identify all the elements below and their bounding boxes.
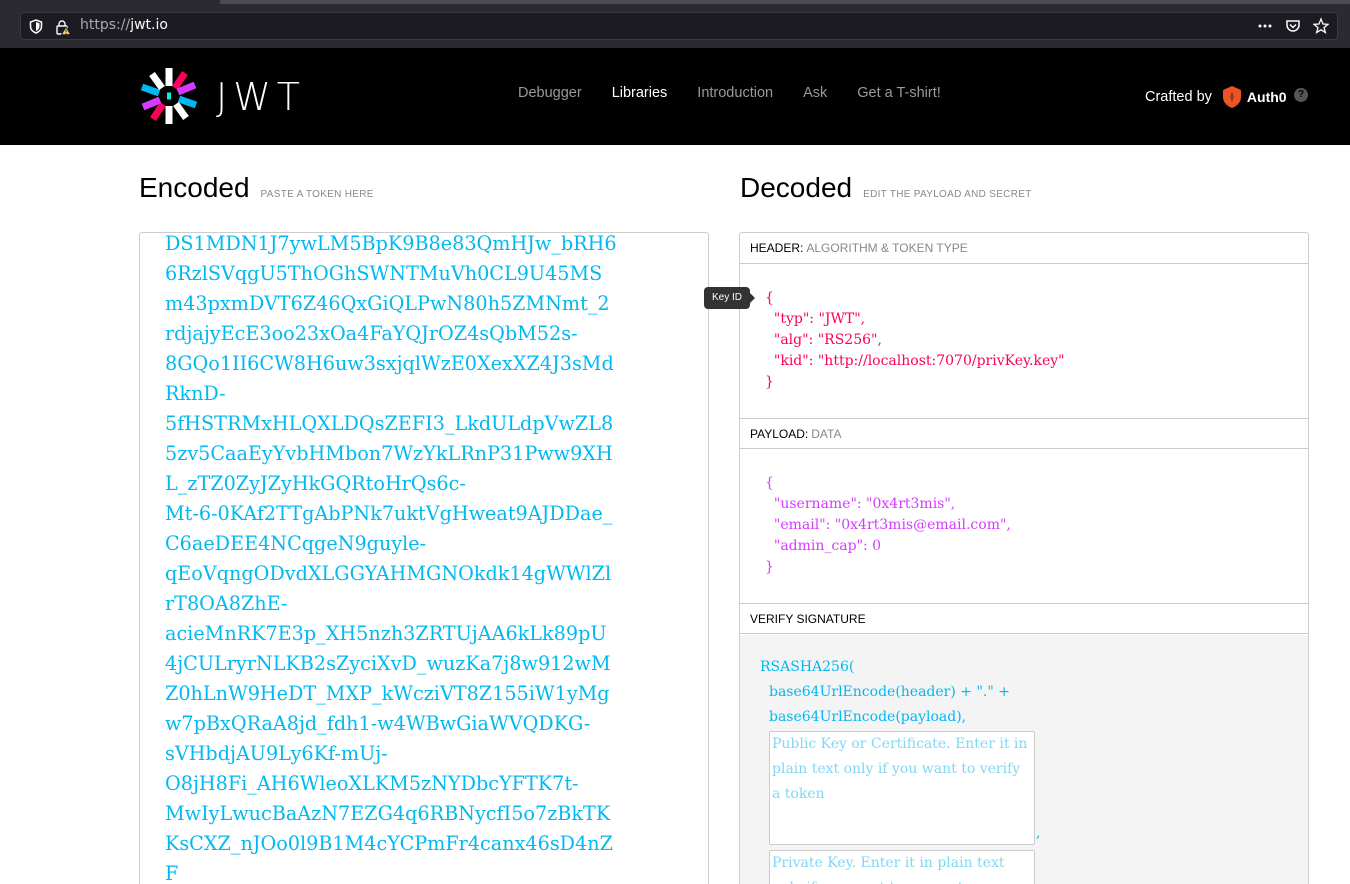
json-line: } bbox=[765, 559, 774, 575]
verify-comma: , bbox=[1036, 825, 1041, 841]
decoded-panel: HEADER: ALGORITHM & TOKEN TYPE { "typ": "… bbox=[739, 232, 1309, 884]
auth0-logo-icon bbox=[1222, 86, 1241, 108]
token-line: Mt-6-0KAf2TTgAbPNk7uktVgHweat9AJDDae_ bbox=[165, 502, 613, 525]
token-line: C6aeDEE4NCqgeN9guyle- bbox=[165, 532, 427, 555]
payload-label: PAYLOAD: bbox=[750, 427, 809, 441]
nav-introduction[interactable]: Introduction bbox=[697, 85, 773, 101]
json-line: { bbox=[765, 290, 774, 306]
url-actions bbox=[1257, 17, 1330, 35]
nav-debugger[interactable]: Debugger bbox=[518, 85, 582, 101]
site-header: JWT Debugger Libraries Introduction Ask … bbox=[0, 48, 1350, 145]
token-line: RknD- bbox=[165, 382, 226, 405]
json-line: "kid": "http://localhost:7070/privKey.ke… bbox=[765, 353, 1065, 369]
token-line: KsCXZ_nJOo0l9B1M4cYCPmFr4canx46sD4nZ bbox=[165, 832, 613, 855]
token-line: qEoVqngODvdXLGGYAHMGNOkdk14gWWlZl bbox=[165, 562, 612, 585]
nav-libraries[interactable]: Libraries bbox=[612, 85, 668, 101]
token-line: DS1MDN1J7ywLM5BpK9B8e83QmHJw_bRH6 bbox=[165, 232, 617, 255]
token-line: sVHbdjAU9Ly6Kf-mUj- bbox=[165, 742, 388, 765]
token-line: 5fHSTRMxHLQXLDQsZEFI3_LkdULdpVwZL8 bbox=[165, 412, 614, 435]
encoded-subtitle: PASTE A TOKEN HERE bbox=[260, 189, 374, 200]
token-line: O8jH8Fi_AH6WleoXLKM5zNYDbcYFTK7t- bbox=[165, 772, 579, 795]
token-line: rdjajyEcE3oo23xOa4FaYQJrOZ4sQbM52s- bbox=[165, 322, 578, 345]
more-icon[interactable] bbox=[1257, 17, 1273, 35]
nav-tshirt[interactable]: Get a T-shirt! bbox=[857, 85, 941, 101]
jwt-wordmark[interactable]: JWT bbox=[216, 78, 306, 116]
pocket-icon[interactable] bbox=[1285, 17, 1301, 35]
url-bar[interactable]: https://jwt.io bbox=[20, 12, 1338, 40]
encoded-token-text[interactable]: DS1MDN1J7ywLM5BpK9B8e83QmHJw_bRH6 6RzlSV… bbox=[165, 232, 635, 884]
insecure-lock-icon[interactable] bbox=[55, 19, 71, 35]
crafted-by[interactable]: Crafted by Auth0 bbox=[1145, 85, 1287, 109]
verify-signature-area: RSASHA256( base64UrlEncode(header) + "."… bbox=[740, 635, 1308, 884]
token-line: L_zTZ0ZyJZyHkGQRtoHrQs6c- bbox=[165, 472, 466, 495]
tab-strip bbox=[220, 0, 1350, 4]
verify-section-title: VERIFY SIGNATURE bbox=[740, 603, 1308, 634]
browser-toolbar: https://jwt.io bbox=[0, 0, 1350, 48]
payload-json-editor[interactable]: { "username": "0x4rt3mis", "email": "0x4… bbox=[765, 473, 1011, 578]
main-nav: Debugger Libraries Introduction Ask Get … bbox=[518, 85, 971, 101]
token-line: Z0hLnW9HeDT_MXP_kWcziVT8Z155iW1yMg bbox=[165, 682, 610, 705]
token-line: 6RzlSVqgU5ThOGhSWNTMuVh0CL9U45MS bbox=[165, 262, 603, 285]
header-muted-label: ALGORITHM & TOKEN TYPE bbox=[806, 241, 968, 255]
auth0-label: Auth0 bbox=[1246, 89, 1287, 105]
key-id-tooltip: Key ID bbox=[704, 287, 756, 309]
token-line: rT8OA8ZhE- bbox=[165, 592, 288, 615]
json-line: "admin_cap": 0 bbox=[765, 538, 882, 554]
header-label: HEADER: bbox=[750, 241, 804, 255]
private-key-input[interactable]: Private Key. Enter it in plain text only… bbox=[769, 850, 1035, 884]
encoded-title: Encoded bbox=[139, 172, 250, 203]
decoded-subtitle: EDIT THE PAYLOAD AND SECRET bbox=[863, 189, 1032, 200]
decoded-heading: Decoded EDIT THE PAYLOAD AND SECRET bbox=[740, 172, 1032, 204]
encoded-heading: Encoded PASTE A TOKEN HERE bbox=[139, 172, 374, 204]
url-host: jwt.io bbox=[130, 17, 168, 33]
decoded-title: Decoded bbox=[740, 172, 853, 203]
encoded-token-editor[interactable]: DS1MDN1J7ywLM5BpK9B8e83QmHJw_bRH6 6RzlSV… bbox=[139, 232, 709, 884]
json-line: { bbox=[765, 475, 774, 491]
json-line: } bbox=[765, 374, 774, 390]
token-line: m43pxmDVT6Z46QxGiQLPwN80h5ZMNmt_2 bbox=[165, 292, 610, 315]
token-line: 5zv5CaaEyYvbHMbon7WzYkLRnP31Pww9XH bbox=[165, 442, 613, 465]
token-line: F bbox=[165, 862, 179, 884]
json-line: "alg": "RS256", bbox=[765, 332, 882, 348]
public-key-input[interactable]: Public Key or Certificate. Enter it in p… bbox=[769, 731, 1035, 845]
star-icon[interactable] bbox=[1312, 17, 1330, 35]
json-line: "typ": "JWT", bbox=[765, 311, 866, 327]
token-line: acieMnRK7E3p_XH5nzh3ZRTUjAA6kLk89pU bbox=[165, 622, 607, 645]
payload-muted-label: DATA bbox=[811, 427, 842, 441]
crafted-by-label: Crafted by bbox=[1145, 89, 1212, 105]
json-line: "username": "0x4rt3mis", bbox=[765, 496, 956, 512]
url-protocol: https:// bbox=[80, 17, 131, 33]
token-line: 4jCULryrNLKB2sZyciXvD_wuzKa7j8w912wM bbox=[165, 652, 611, 675]
shield-icon[interactable] bbox=[29, 19, 43, 34]
verify-line: base64UrlEncode(payload), bbox=[769, 709, 967, 725]
token-line: 8GQo1II6CW8H6uw3sxjqlWzE0XexXZ4J3sMd bbox=[165, 352, 614, 375]
payload-section-title: PAYLOAD: DATA bbox=[740, 418, 1308, 449]
header-section-title: HEADER: ALGORITHM & TOKEN TYPE bbox=[740, 233, 1308, 264]
nav-ask[interactable]: Ask bbox=[803, 85, 827, 101]
header-json-editor[interactable]: { "typ": "JWT", "alg": "RS256", "kid": "… bbox=[765, 288, 1065, 393]
verify-line: base64UrlEncode(header) + "." + bbox=[769, 684, 1010, 700]
verify-line: RSASHA256( bbox=[760, 659, 855, 675]
help-icon[interactable]: ? bbox=[1294, 88, 1308, 102]
jwt-logo-icon[interactable] bbox=[139, 66, 199, 126]
json-line: "email": "0x4rt3mis@email.com", bbox=[765, 517, 1011, 533]
token-line: w7pBxQRaA8jd_fdh1-w4WBwGiaWVQDKG- bbox=[165, 712, 591, 735]
url-text[interactable]: https://jwt.io bbox=[80, 17, 168, 33]
token-line: MwIyLwucBaAzN7EZG4q6RBNycfI5o7zBkTK bbox=[165, 802, 611, 825]
verify-code: RSASHA256( base64UrlEncode(header) + "."… bbox=[760, 655, 1010, 730]
